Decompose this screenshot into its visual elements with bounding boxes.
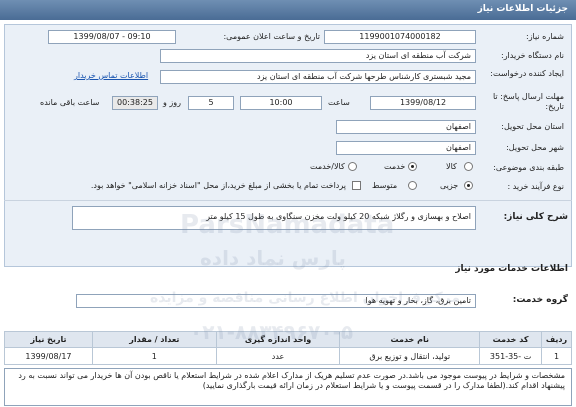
cell-row-number: 1 — [541, 347, 572, 365]
page-title: جزئیات اطلاعات نیاز — [477, 4, 568, 14]
deadline-date-field: 1399/08/12 — [370, 96, 476, 110]
announce-date-field: 1399/08/07 - 09:10 — [48, 30, 176, 44]
divider — [4, 200, 572, 201]
province-field: اصفهان — [336, 120, 476, 134]
creator-label: ایجاد کننده درخواست: — [490, 69, 564, 78]
treasury-checkbox[interactable] — [352, 181, 361, 190]
notes-box: مشخصات و شرایط در پیوست موجود می باشد.در… — [4, 368, 572, 406]
city-label: شهر محل تحویل: — [506, 143, 564, 152]
col-header-service-name: نام خدمت — [339, 331, 481, 348]
process-radio-minor[interactable] — [464, 181, 473, 190]
category-radio-goods[interactable] — [464, 162, 473, 171]
service-group-field: تامین برق، گاز، بخار و تهویه هوا — [76, 294, 476, 308]
table-header-row: ردیف کد خدمت نام خدمت واحد اندازه گیری ت… — [4, 331, 572, 348]
items-table: ردیف کد خدمت نام خدمت واحد اندازه گیری ت… — [4, 331, 572, 365]
deadline-time-field: 10:00 — [240, 96, 322, 110]
province-label: استان محل تحویل: — [501, 122, 564, 131]
deadline-time-label: ساعت — [328, 98, 350, 107]
treasury-payment-text: پرداخت تمام یا بخشی از مبلغ خرید،از محل … — [90, 181, 346, 190]
description-label: شرح کلی نیاز: — [503, 212, 568, 222]
buyer-label: نام دستگاه خریدار: — [501, 51, 564, 60]
col-header-need-date: تاریخ نیاز — [4, 331, 93, 348]
process-label: نوع فرآیند خرید : — [507, 182, 564, 191]
category-radio-service[interactable] — [408, 162, 417, 171]
cell-service-name: تولید، انتقال و توزیع برق — [339, 347, 481, 365]
need-number-label: شماره نیاز: — [526, 32, 564, 41]
category-option-goods-service: کالا/خدمت — [310, 162, 345, 171]
cell-service-code: ت -35-351 — [479, 347, 543, 365]
remaining-time-label: ساعت باقی مانده — [40, 98, 100, 107]
col-header-unit: واحد اندازه گیری — [215, 331, 341, 348]
announce-date-label: تاریخ و ساعت اعلان عمومی: — [223, 32, 320, 41]
col-header-service-code: کد خدمت — [479, 331, 543, 348]
process-option-medium: متوسط — [372, 181, 398, 190]
process-option-minor: جزیی — [440, 181, 459, 190]
days-label: روز و — [163, 98, 181, 107]
need-number-field: 1199001074000182 — [324, 30, 476, 44]
deadline-label: مهلت ارسال پاسخ: تا تاریخ: — [492, 92, 564, 111]
process-radio-medium[interactable] — [408, 181, 417, 190]
category-radio-goods-service[interactable] — [348, 162, 357, 171]
table-row: 1 ت -35-351 تولید، انتقال و توزیع برق عد… — [4, 347, 572, 365]
services-section-title: اطلاعات خدمات مورد نیاز — [455, 264, 568, 274]
col-header-quantity: تعداد / مقدار — [91, 331, 217, 348]
cell-unit: عدد — [215, 347, 341, 365]
buyer-field: شرکت آب منطقه ای استان یزد — [160, 49, 476, 63]
days-field: 5 — [188, 96, 234, 110]
buyer-contact-link[interactable]: اطلاعات تماس خریدار — [74, 71, 148, 80]
city-field: اصفهان — [336, 141, 476, 155]
cell-need-date: 1399/08/17 — [4, 347, 93, 365]
category-option-goods: کالا — [446, 162, 457, 171]
remaining-time-field: 00:38:25 — [112, 96, 158, 110]
col-header-row-number: ردیف — [541, 331, 572, 348]
service-group-label: گروه خدمت: — [512, 295, 568, 305]
page-header: جزئیات اطلاعات نیاز — [0, 0, 576, 20]
description-field: اصلاح و بهسازی و رگلاژ شبکه 20 کیلو ولت … — [72, 206, 476, 230]
category-label: طبقه بندی موضوعی: — [493, 163, 564, 172]
creator-field: مجید شبستری کارشناس طرحها شرکت آب منطقه … — [160, 70, 476, 84]
category-option-service: خدمت — [384, 162, 406, 171]
cell-quantity: 1 — [91, 347, 217, 365]
